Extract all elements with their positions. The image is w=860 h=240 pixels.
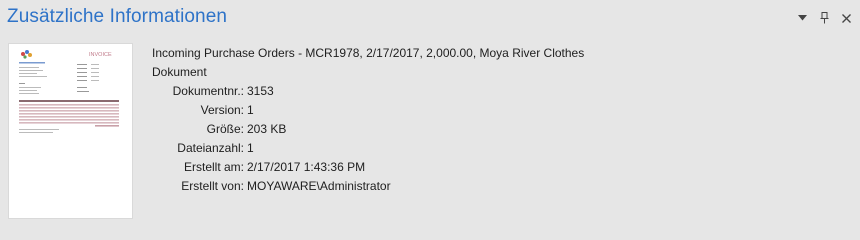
- pin-icon[interactable]: [818, 12, 830, 24]
- property-value: 2/17/2017 1:43:36 PM: [247, 160, 366, 174]
- property-value: 203 KB: [247, 122, 287, 136]
- property-label: Version:: [200, 103, 244, 117]
- property-label: Größe:: [206, 122, 244, 136]
- property-label: Erstellt von:: [181, 179, 244, 193]
- document-summary: Incoming Purchase Orders - MCR1978, 2/17…: [152, 46, 585, 60]
- panel-title: Zusätzliche Informationen: [7, 6, 228, 27]
- property-value: MOYAWARE\Administrator: [247, 179, 391, 193]
- panel-controls: [796, 12, 852, 24]
- property-value: 1: [247, 103, 254, 117]
- dropdown-arrow-icon[interactable]: [796, 12, 808, 24]
- property-value: 3153: [247, 84, 274, 98]
- property-label: Erstellt am:: [183, 160, 244, 174]
- property-label: Dateianzahl:: [177, 141, 244, 155]
- thumbnail-heading: INVOICE: [89, 52, 112, 58]
- close-icon[interactable]: [840, 12, 852, 24]
- property-label: Dokumentnr.:: [172, 84, 244, 98]
- property-value: 1: [247, 141, 254, 155]
- document-type: Dokument: [152, 65, 207, 79]
